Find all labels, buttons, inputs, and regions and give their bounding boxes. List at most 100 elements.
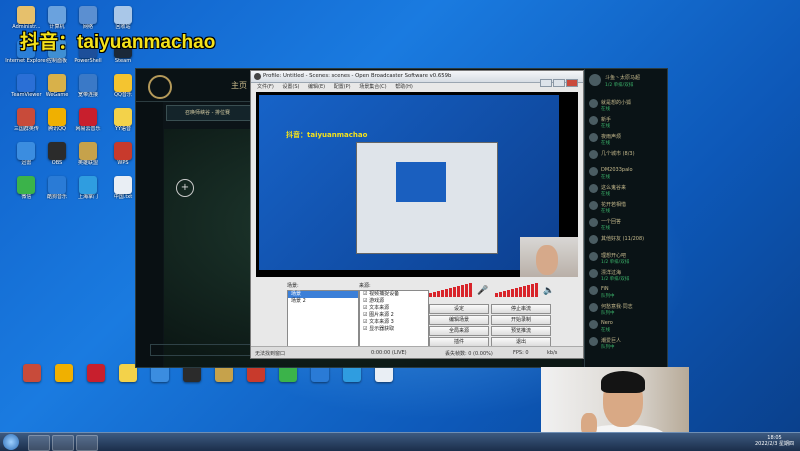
stop-stream-button[interactable]: 停止串流 [491,304,551,314]
menu-help[interactable]: 帮助(H) [395,84,413,90]
friend-avatar[interactable] [589,167,598,176]
app-icon [17,74,36,92]
friend-avatar[interactable] [589,269,598,278]
source-item[interactable]: ☑ 文本来源 [360,305,428,312]
preview-stream-button[interactable]: 预览推流 [491,326,551,336]
friend-name[interactable]: 新手 [601,116,611,123]
maximize-button[interactable] [553,79,565,87]
taskbar-chrome-icon[interactable] [28,435,50,451]
settings-button[interactable]: 设定 [429,304,489,314]
friend-status: 在线 [601,107,610,112]
obs-title-bar: Profile: Untitled - Scenes: scenes - Ope… [251,71,583,87]
preview-nested-screen [396,162,446,202]
preview-watermark: 抖音：taiyuanmachao [286,131,368,139]
svg-text:🔈: 🔈 [543,286,554,296]
friend-name[interactable]: 花开若相惜 [601,201,626,208]
scene-item[interactable]: 场景 [288,291,358,298]
preview-face [536,245,558,275]
taskbar-clock[interactable]: 18:05 2022/2/3 星期四 [755,435,794,447]
source-item[interactable]: ☑ 显示器获取 [360,326,428,333]
friend-avatar[interactable] [589,320,598,329]
start-record-button[interactable]: 开始录制 [491,315,551,325]
global-sources-button[interactable]: 全局来源 [429,326,489,336]
obs-status-bar: 无法找到窗口 0:00:00 (LIVE) 丢失帧数: 0 (0.00%) FP… [251,346,583,358]
app-icon [48,74,66,92]
obs-menu-bar: 文件(F) 设置(S) 编辑(E) 配置(P) 场景集合(C) 帮助(H) [251,83,583,92]
status-time: 0:00:00 (LIVE) [371,350,407,356]
friend-avatar[interactable] [589,116,598,125]
friend-name[interactable]: 其他好友 (11/208) [601,235,644,242]
scenes-list[interactable]: 场景 场景 2 [287,290,359,347]
friend-avatar[interactable] [589,218,598,227]
app-icon [17,176,36,194]
menu-edit[interactable]: 编辑(E) [308,84,325,90]
svg-text:🎤: 🎤 [477,284,488,296]
profile-avatar[interactable] [589,74,601,86]
app-icon [114,142,132,160]
status-bitrate: kb/s [547,350,558,356]
friend-status: 在线 [601,192,610,197]
friend-avatar[interactable] [589,303,598,312]
friend-name[interactable]: 就是想的小狐 [601,99,631,106]
obs-preview: 抖音：taiyuanmachao [256,92,578,277]
start-button[interactable] [3,434,19,450]
friend-name[interactable]: 夜雨声烦 [601,133,621,140]
app-icon [17,6,36,24]
lol-chat-input[interactable] [150,344,252,356]
friend-avatar[interactable] [589,235,598,244]
minimize-button[interactable] [540,79,552,87]
friend-avatar[interactable] [589,133,598,142]
friend-avatar[interactable] [589,286,598,295]
friend-name[interactable]: 一个回答 [601,218,621,225]
app-icon [79,142,97,160]
friend-name[interactable]: 何愁意我·同志 [601,303,633,310]
friend-avatar[interactable] [589,184,598,193]
menu-file[interactable]: 文件(F) [257,84,274,90]
taskbar-lol-icon[interactable] [52,435,74,451]
streamer-hair [601,371,645,393]
friend-name[interactable]: 潮爱巨人 [601,337,621,344]
friend-name[interactable]: Nero [601,320,613,326]
friend-name[interactable]: FiN [601,286,609,292]
profile-name: 斗鱼丶太原马超 [605,75,641,81]
source-item[interactable]: ☑ 游戏源 [360,298,428,305]
obs-title: Profile: Untitled - Scenes: scenes - Ope… [263,73,452,79]
desktop-icon-label: Steam [114,58,132,64]
friend-status: 在线 [601,328,610,333]
friend-avatar[interactable] [589,201,598,210]
close-button[interactable] [566,79,578,87]
app-icon [79,108,97,126]
lol-queue-banner[interactable]: 召唤师峡谷 - 排位赛 [166,105,258,121]
friend-avatar[interactable] [589,252,598,261]
edit-scene-button[interactable]: 编辑场景 [429,315,489,325]
lol-logo-icon[interactable] [148,75,172,99]
source-item[interactable]: ☑ 图片来源 2 [360,312,428,319]
friend-avatar[interactable] [589,99,598,108]
obs-window[interactable]: Profile: Untitled - Scenes: scenes - Ope… [250,70,584,359]
friend-name[interactable]: 几个城市 (8/3) [601,150,635,157]
menu-settings[interactable]: 设置(S) [282,84,299,90]
taskbar: 18:05 2022/2/3 星期四 [0,432,800,451]
app-icon [114,6,132,24]
source-item[interactable]: ☑ 文本来源 3 [360,319,428,326]
friend-name[interactable]: 理想开心吧 [601,252,626,259]
preview-webcam [520,237,578,277]
app-icon [79,6,97,24]
audio-meters: 🎤 🔈 [429,283,554,297]
menu-scene-collection[interactable]: 场景集合(C) [359,84,386,90]
crosshair-icon[interactable]: + [176,179,194,197]
status-dropped-frames: 丢失帧数: 0 (0.00%) [445,351,493,357]
lol-home-tab[interactable]: 主页 [231,80,247,91]
sources-list[interactable]: ☑ 视频捕捉设备 ☑ 游戏源 ☑ 文本来源 ☑ 图片来源 2 ☑ 文本来源 3 … [359,290,429,347]
taskbar-obs-icon[interactable] [76,435,98,451]
friends-panel: 斗鱼丶太原马超 1/2 单排/双排 就是想的小狐 在线 新手 在线 夜雨声烦 在线 几个城市… [584,68,668,368]
friend-name[interactable]: 这么鬼谷来 [601,184,626,191]
friend-name[interactable]: DM2033palo [601,167,633,173]
obs-logo-icon [254,73,261,80]
scene-item[interactable]: 场景 2 [288,298,358,305]
friend-avatar[interactable] [589,150,598,159]
friend-avatar[interactable] [589,337,598,346]
menu-profile[interactable]: 配置(P) [334,84,351,90]
source-item[interactable]: ☑ 视频捕捉设备 [360,291,428,298]
friend-name[interactable]: 漂洋过海 [601,269,621,276]
